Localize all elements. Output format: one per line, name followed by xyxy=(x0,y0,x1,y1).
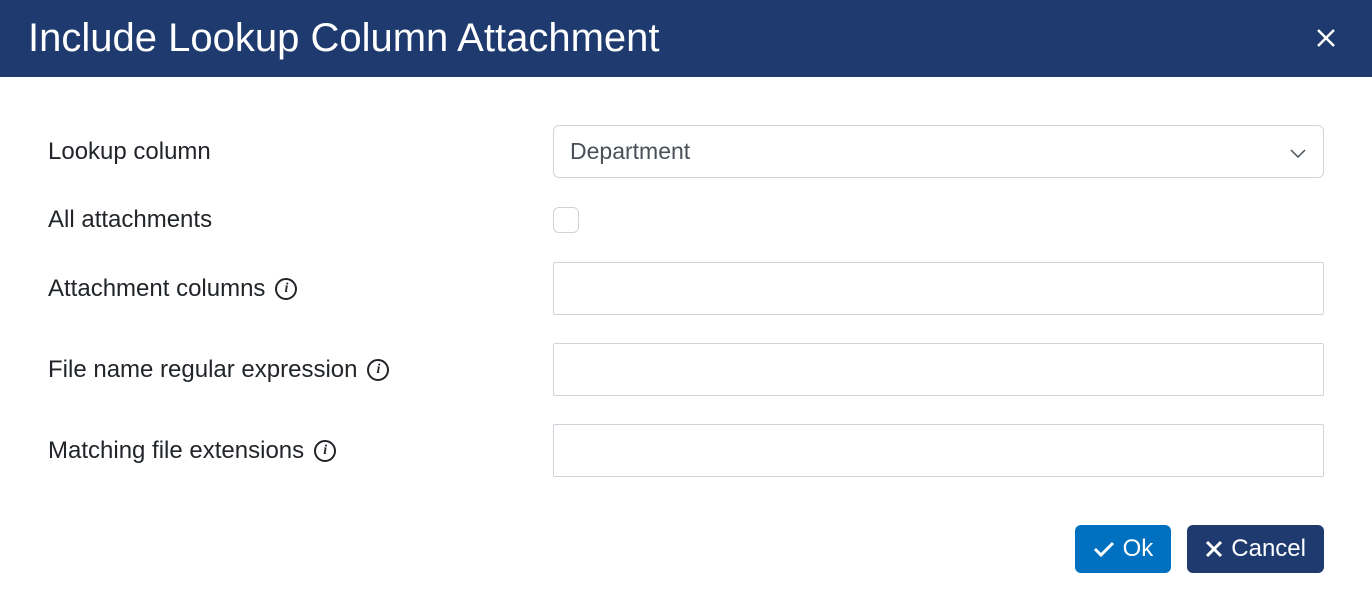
cancel-button-label: Cancel xyxy=(1231,535,1306,563)
file-regex-row: File name regular expression i xyxy=(48,343,1324,396)
chevron-down-icon xyxy=(1289,138,1307,165)
check-icon xyxy=(1093,540,1115,558)
lookup-column-label: Lookup column xyxy=(48,138,553,166)
all-attachments-row: All attachments xyxy=(48,206,1324,234)
all-attachments-checkbox[interactable] xyxy=(553,207,579,233)
file-regex-label: File name regular expression i xyxy=(48,356,553,384)
attachment-columns-row: Attachment columns i xyxy=(48,262,1324,315)
cancel-button[interactable]: Cancel xyxy=(1187,525,1324,573)
attachment-columns-input[interactable] xyxy=(553,262,1324,315)
dialog-body: Lookup column Department All attachments xyxy=(0,77,1372,525)
lookup-column-select[interactable]: Department xyxy=(553,125,1324,178)
lookup-column-row: Lookup column Department xyxy=(48,125,1324,178)
x-icon xyxy=(1205,540,1223,558)
dialog-footer: Ok Cancel xyxy=(0,525,1372,597)
lookup-column-value: Department xyxy=(570,138,690,165)
info-icon[interactable]: i xyxy=(314,440,336,462)
info-icon[interactable]: i xyxy=(275,278,297,300)
ok-button[interactable]: Ok xyxy=(1075,525,1172,573)
file-regex-input[interactable] xyxy=(553,343,1324,396)
info-icon[interactable]: i xyxy=(367,359,389,381)
close-icon xyxy=(1316,23,1336,54)
all-attachments-label: All attachments xyxy=(48,206,553,234)
dialog-header: Include Lookup Column Attachment xyxy=(0,0,1372,77)
dialog-title: Include Lookup Column Attachment xyxy=(28,16,660,61)
attachment-columns-label: Attachment columns i xyxy=(48,275,553,303)
include-lookup-column-attachment-dialog: Include Lookup Column Attachment Lookup … xyxy=(0,0,1372,597)
ok-button-label: Ok xyxy=(1123,535,1154,563)
matching-ext-input[interactable] xyxy=(553,424,1324,477)
matching-ext-label: Matching file extensions i xyxy=(48,437,553,465)
close-button[interactable] xyxy=(1308,19,1344,59)
matching-ext-row: Matching file extensions i xyxy=(48,424,1324,477)
